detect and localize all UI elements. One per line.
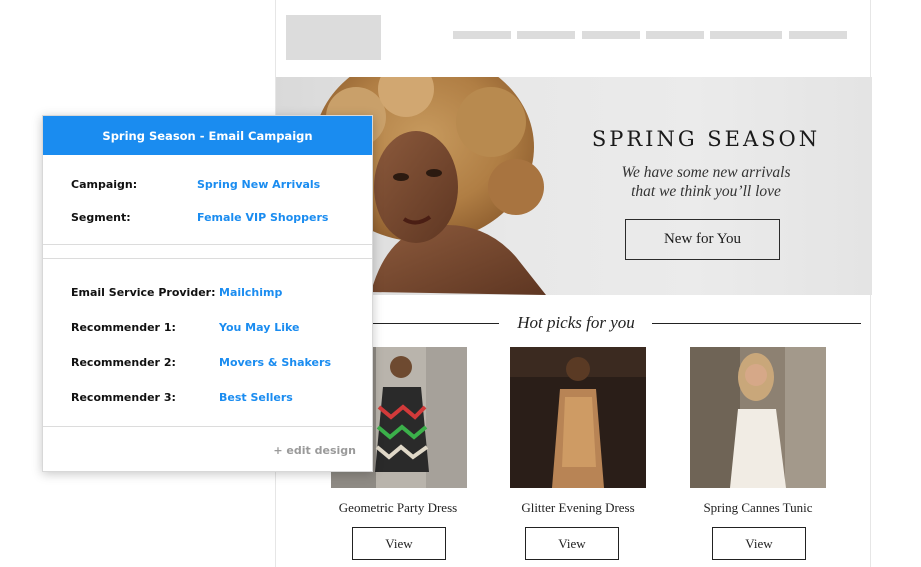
campaign-panel: Spring Season - Email Campaign Campaign:… bbox=[42, 115, 373, 472]
panel-header: Spring Season - Email Campaign bbox=[43, 116, 372, 155]
product-name: Spring Cannes Tunic bbox=[703, 500, 813, 515]
divider bbox=[43, 258, 372, 259]
edit-design-link[interactable]: + edit design bbox=[273, 444, 356, 457]
divider-line bbox=[371, 323, 499, 324]
recommender-2-label: Recommender 2: bbox=[71, 356, 176, 369]
recommender-3-label: Recommender 3: bbox=[71, 391, 176, 404]
segment-value[interactable]: Female VIP Shoppers bbox=[197, 211, 328, 224]
hero-subtitle: We have some new arrivals that we think … bbox=[576, 163, 836, 201]
product-photo bbox=[690, 347, 826, 488]
product-image[interactable] bbox=[690, 347, 826, 488]
esp-label: Email Service Provider: bbox=[71, 286, 216, 299]
recommender-1-value[interactable]: You May Like bbox=[219, 321, 299, 334]
recommender-3-value[interactable]: Best Sellers bbox=[219, 391, 293, 404]
new-for-you-button[interactable]: New for You bbox=[625, 219, 780, 260]
hot-picks-title: Hot picks for you bbox=[517, 313, 635, 332]
recommender-1-label: Recommender 1: bbox=[71, 321, 176, 334]
divider bbox=[43, 426, 372, 427]
segment-label: Segment: bbox=[71, 211, 131, 224]
nav-placeholder bbox=[517, 31, 575, 39]
divider bbox=[43, 244, 372, 245]
hero-title: SPRING SEASON bbox=[591, 127, 821, 151]
nav-placeholder bbox=[646, 31, 704, 39]
nav-placeholder bbox=[789, 31, 847, 39]
view-button[interactable]: View bbox=[712, 527, 806, 560]
view-button[interactable]: View bbox=[352, 527, 446, 560]
logo-placeholder bbox=[286, 15, 381, 60]
product-name: Geometric Party Dress bbox=[338, 500, 458, 515]
product-image[interactable] bbox=[510, 347, 646, 488]
divider-line bbox=[652, 323, 861, 324]
nav-placeholder bbox=[582, 31, 640, 39]
nav-placeholder bbox=[453, 31, 511, 39]
campaign-value[interactable]: Spring New Arrivals bbox=[197, 178, 320, 191]
campaign-label: Campaign: bbox=[71, 178, 138, 191]
product-photo bbox=[510, 347, 646, 488]
hero-subtitle-line: We have some new arrivals bbox=[621, 164, 791, 181]
product-name: Glitter Evening Dress bbox=[521, 500, 635, 515]
recommender-2-value[interactable]: Movers & Shakers bbox=[219, 356, 331, 369]
esp-value[interactable]: Mailchimp bbox=[219, 286, 282, 299]
email-header bbox=[276, 0, 872, 77]
view-button[interactable]: View bbox=[525, 527, 619, 560]
hero-subtitle-line: that we think you’ll love bbox=[631, 183, 781, 200]
nav-placeholder bbox=[710, 31, 782, 39]
